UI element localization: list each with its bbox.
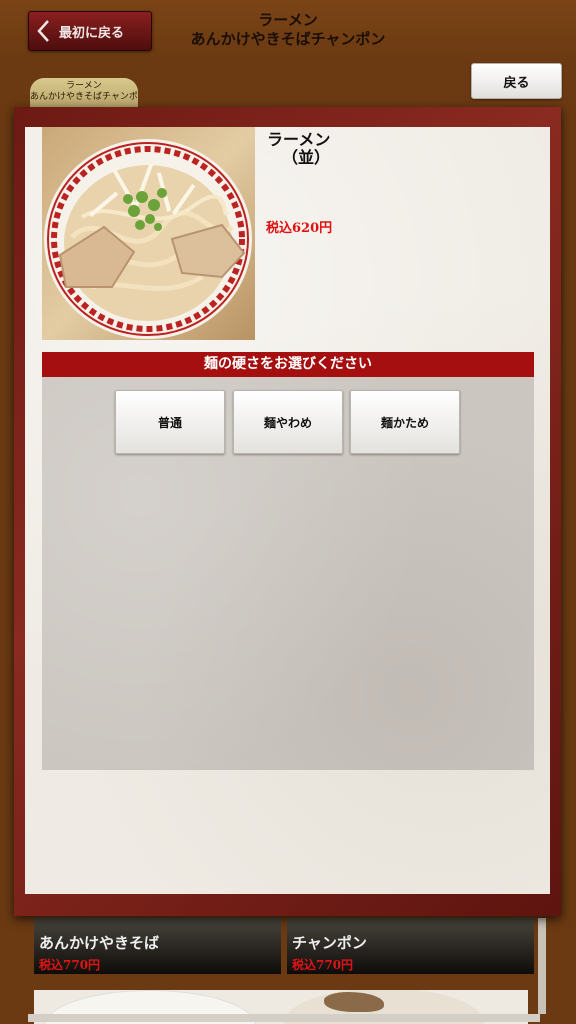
option-group-title: 麺の硬さをお選びください [42, 352, 534, 377]
category-tab-line2: あんかけやきそばチャンポン [30, 92, 138, 102]
menu-item-price: 税込770円 [39, 958, 101, 972]
dish-name: ラーメン （並） [261, 131, 351, 167]
page-title: ラーメン あんかけやきそばチャンポン [160, 11, 416, 49]
vertical-scrollbar[interactable] [538, 918, 546, 1014]
option-dialog: ラーメン （並） 税込620円 麺の硬さをお選びください 普通 麺やわめ 麺かた… [14, 107, 561, 916]
horizontal-scrollbar[interactable] [28, 1014, 540, 1022]
option-dialog-body: ラーメン （並） 税込620円 麺の硬さをお選びください 普通 麺やわめ 麺かた… [25, 127, 550, 894]
ramen-bowl-image [44, 139, 252, 339]
option-group: 普通 麺やわめ 麺かため [42, 377, 534, 770]
page-title-line2: あんかけやきそばチャンポン [190, 30, 386, 48]
back-to-start-button[interactable]: 最初に戻る [28, 11, 152, 51]
option-button-normal[interactable]: 普通 [115, 390, 225, 454]
option-button-firm[interactable]: 麺かため [350, 390, 460, 454]
category-tab[interactable]: ラーメン あんかけやきそばチャンポン [30, 78, 138, 108]
page-title-line1: ラーメン [258, 11, 318, 29]
chevron-left-icon [29, 19, 57, 43]
menu-item-price: 税込770円 [292, 958, 354, 972]
dish-name-line1: ラーメン [267, 130, 331, 149]
top-bar: 最初に戻る ラーメン あんかけやきそばチャンポン [0, 0, 576, 62]
category-tab-line1: ラーメン [66, 81, 102, 91]
menu-item[interactable]: あんかけやきそば 税込770円 [34, 918, 281, 974]
dish-photo [42, 127, 255, 340]
dish-name-line2: （並） [281, 148, 330, 167]
menu-item-name: チャンポン [292, 934, 367, 952]
option-button-soft[interactable]: 麺やわめ [233, 390, 343, 454]
back-button[interactable]: 戻る [471, 63, 562, 99]
menu-item[interactable]: チャンポン 税込770円 [287, 918, 534, 974]
back-to-start-label: 最初に戻る [59, 25, 125, 41]
menu-item-name: あんかけやきそば [39, 934, 160, 952]
dish-price: 税込620円 [266, 221, 333, 236]
